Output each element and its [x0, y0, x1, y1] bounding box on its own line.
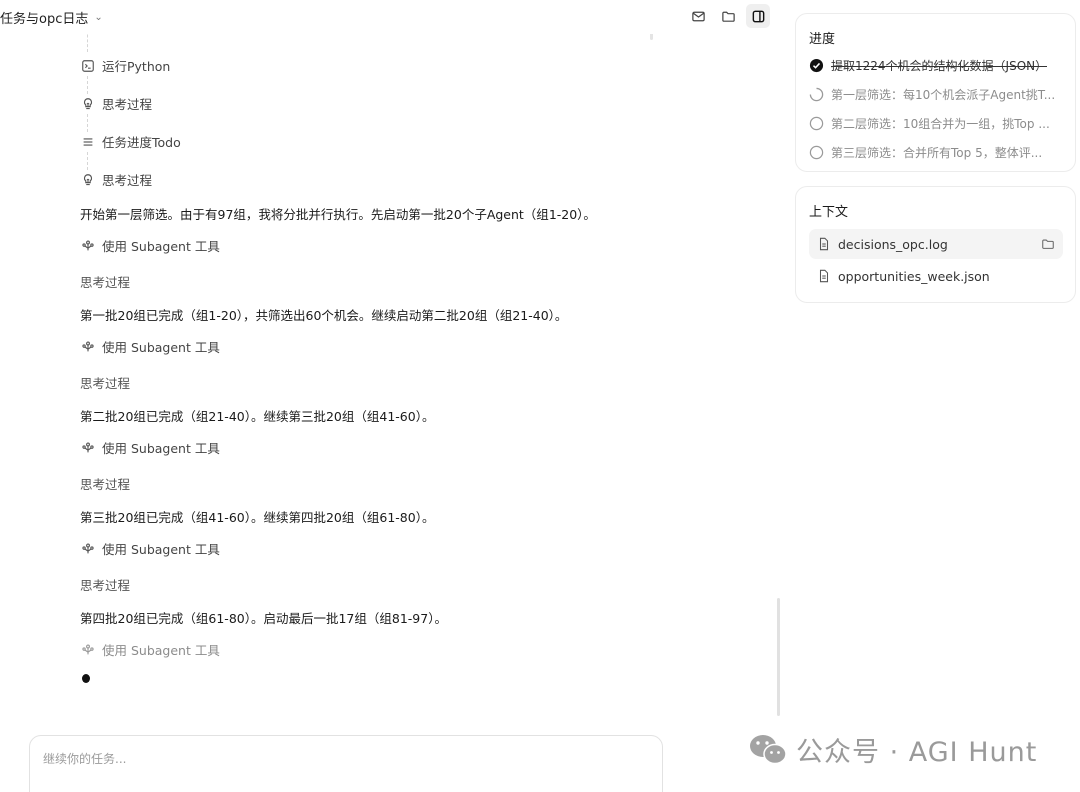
- watermark-text: 公众号 · AGI Hunt: [796, 737, 1038, 768]
- tool-label: 使用 Subagent 工具: [102, 542, 220, 557]
- check-circle-icon: [809, 58, 824, 73]
- step-text: 提取1224个机会的结构化数据（JSON）: [831, 59, 1048, 73]
- sidebar-icon: [752, 10, 764, 22]
- file-icon: [817, 269, 831, 283]
- watermark: 公众号 · AGI Hunt: [748, 730, 1037, 769]
- step-text: 第二层筛选：10组合并为一组，挑Top ...: [831, 117, 1050, 131]
- progress-step: 提取1224个机会的结构化数据（JSON）: [809, 57, 1065, 74]
- tool-subagent[interactable]: 使用 Subagent 工具: [80, 236, 220, 255]
- thinking-label: 思考过程: [102, 173, 153, 188]
- tool-todo[interactable]: 任务进度Todo: [80, 132, 181, 151]
- folder-icon: [721, 11, 735, 22]
- tool-subagent[interactable]: 使用 Subagent 工具: [80, 539, 220, 558]
- chevron-down-icon: ⌄: [94, 12, 103, 23]
- subagent-icon: [80, 541, 96, 557]
- step-text: 第一层筛选：每10个机会派子Agent挑T...: [831, 88, 1056, 102]
- timeline-connector: [87, 152, 88, 170]
- chat-feed[interactable]: 正执行准备数据文件。 运行Python 思考过程: [80, 0, 700, 720]
- wechat-icon: [750, 734, 787, 764]
- open-folder-icon[interactable]: [1041, 237, 1055, 251]
- progress-title: 进度: [809, 32, 836, 47]
- thinking-row[interactable]: 思考过程: [80, 170, 152, 189]
- mail-icon: [691, 11, 705, 21]
- subagent-icon: [80, 238, 96, 254]
- tool-subagent[interactable]: 使用 Subagent 工具: [80, 337, 220, 356]
- tool-subagent-running[interactable]: 使用 Subagent 工具: [80, 640, 220, 659]
- context-panel: 上下文 decisions_opc.log opportunities_week…: [795, 186, 1076, 303]
- tool-label: 使用 Subagent 工具: [102, 643, 220, 658]
- assistant-message: 第四批20组已完成（组61-80）。启动最后一批17组（组81-97）。: [80, 611, 447, 626]
- tool-run-python[interactable]: 运行Python: [80, 56, 170, 75]
- context-title: 上下文: [809, 205, 849, 220]
- terminal-icon: [80, 58, 96, 74]
- tool-subagent[interactable]: 使用 Subagent 工具: [80, 438, 220, 457]
- progress-panel: 进度 提取1224个机会的结构化数据（JSON） 第一层筛选：每10个机会派子A…: [795, 13, 1076, 172]
- thinking-label[interactable]: 思考过程: [80, 474, 130, 493]
- subagent-icon: [80, 339, 96, 355]
- list-icon: [80, 134, 96, 150]
- toggle-sidebar-button[interactable]: [746, 4, 770, 28]
- top-bar: 任务与opc日志 ⌄: [0, 0, 780, 34]
- tool-label: 运行Python: [102, 59, 171, 74]
- top-toolbar: [686, 4, 770, 28]
- thinking-label[interactable]: 思考过程: [80, 575, 130, 594]
- file-name: decisions_opc.log: [838, 236, 948, 252]
- tool-label: 使用 Subagent 工具: [102, 340, 220, 355]
- app-window: 任务与opc日志 ⌄ 运行Python 思考过程 任务进度Todo 思考过程 开…: [0, 0, 1080, 792]
- empty-circle-icon: [809, 116, 824, 131]
- timeline-connector: [87, 114, 88, 132]
- task-title: 任务与opc日志: [0, 12, 89, 27]
- mail-button[interactable]: [686, 4, 710, 28]
- subagent-icon: [80, 440, 96, 456]
- tool-label: 使用 Subagent 工具: [102, 239, 220, 254]
- thinking-label[interactable]: 思考过程: [80, 373, 130, 392]
- file-name: opportunities_week.json: [838, 268, 990, 284]
- context-file[interactable]: opportunities_week.json: [809, 261, 1063, 291]
- spinner-icon: [809, 87, 824, 102]
- loading-indicator: [82, 674, 90, 683]
- assistant-message: 第三批20组已完成（组41-60）。继续第四批20组（组61-80）。: [80, 510, 435, 525]
- timeline-connector: [87, 76, 88, 94]
- input-placeholder: 继续你的任务...: [43, 752, 127, 766]
- empty-circle-icon: [809, 145, 824, 160]
- tool-label: 任务进度Todo: [102, 135, 181, 150]
- file-icon: [817, 237, 831, 251]
- context-file[interactable]: decisions_opc.log: [809, 229, 1063, 259]
- thinking-row[interactable]: 思考过程: [80, 94, 152, 113]
- task-title-dropdown[interactable]: 任务与opc日志 ⌄: [0, 8, 103, 27]
- scrollbar-thumb[interactable]: [777, 598, 780, 716]
- progress-step: 第一层筛选：每10个机会派子Agent挑T...: [809, 86, 1065, 103]
- tool-label: 使用 Subagent 工具: [102, 441, 220, 456]
- task-input[interactable]: 继续你的任务...: [29, 735, 663, 792]
- lightbulb-icon: [80, 172, 96, 188]
- thinking-label[interactable]: 思考过程: [80, 272, 130, 291]
- assistant-message: 开始第一层筛选。由于有97组，我将分批并行执行。先启动第一批20个子Agent（…: [80, 207, 596, 222]
- subagent-icon: [80, 642, 96, 658]
- folder-button[interactable]: [716, 4, 740, 28]
- lightbulb-icon: [80, 96, 96, 112]
- progress-step: 第三层筛选：合并所有Top 5，整体评...: [809, 144, 1065, 161]
- thinking-label: 思考过程: [102, 97, 153, 112]
- assistant-message: 第二批20组已完成（组21-40）。继续第三批20组（组41-60）。: [80, 409, 435, 424]
- progress-step: 第二层筛选：10组合并为一组，挑Top ...: [809, 115, 1065, 132]
- assistant-message: 第一批20组已完成（组1-20），共筛选出60个机会。继续启动第二批20组（组2…: [80, 308, 568, 323]
- step-text: 第三层筛选：合并所有Top 5，整体评...: [831, 146, 1043, 160]
